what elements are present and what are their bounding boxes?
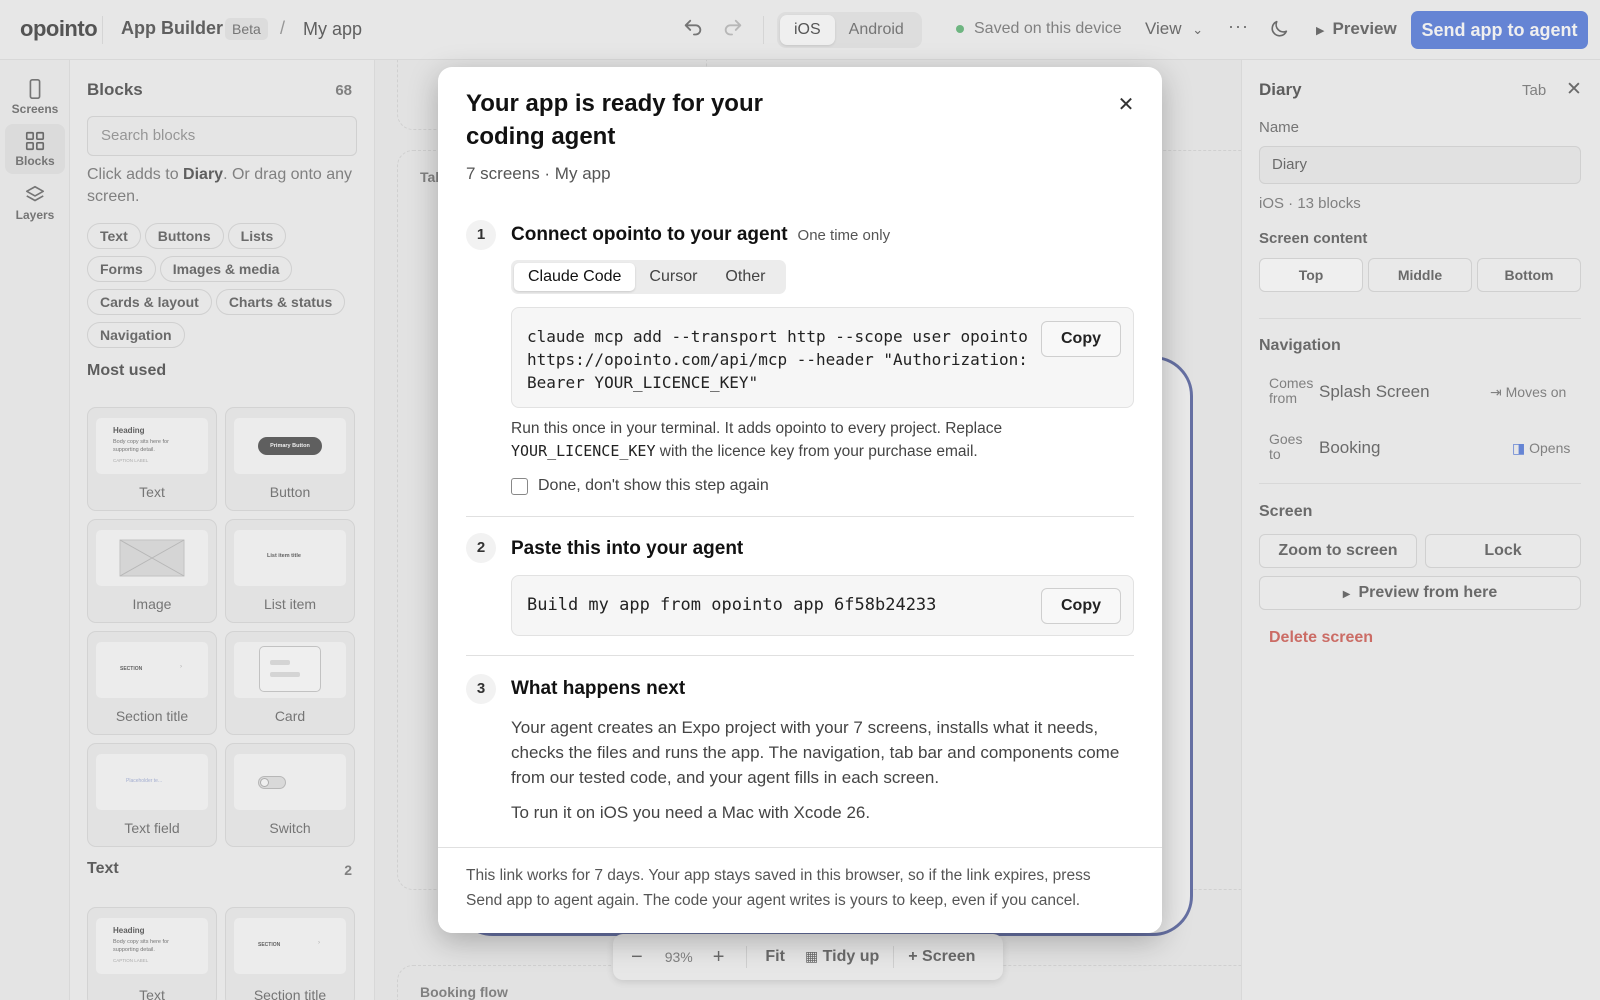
send-to-agent-dialog: Your app is ready for your coding agent …	[438, 67, 1162, 933]
close-icon[interactable]: ✕	[1116, 95, 1136, 115]
copy-button[interactable]: Copy	[1041, 588, 1121, 624]
dialog-subtitle: 7 screens · My app	[466, 164, 611, 183]
copy-button[interactable]: Copy	[1041, 321, 1121, 357]
prompt-box: Build my app from opointo app 6f58b24233…	[511, 575, 1134, 636]
step1-help: Run this once in your terminal. It adds …	[511, 417, 1141, 463]
help-text: Run this once in your terminal. It adds …	[511, 420, 1003, 437]
step-title: Paste this into your agent	[511, 538, 744, 559]
agent-tabs: Claude Code Cursor Other	[511, 260, 786, 294]
divider	[466, 655, 1134, 656]
what-happens-body: Your agent creates an Expo project with …	[511, 718, 1120, 787]
checkbox-label: Done, don't show this step again	[538, 477, 769, 494]
install-command-box: claude mcp add --transport http --scope …	[511, 307, 1134, 408]
step-number: 2	[466, 533, 496, 563]
footer-text: This link works for 7 days. Your app sta…	[466, 867, 1091, 909]
divider	[466, 516, 1134, 517]
dialog-title: Your app is ready for your coding agent	[466, 90, 763, 150]
agent-prompt: Build my app from opointo app 6f58b24233	[527, 595, 937, 615]
step-title: Connect opointo to your agent One time on…	[511, 224, 890, 246]
dialog-footer: This link works for 7 days. Your app sta…	[438, 847, 1162, 933]
licence-key-placeholder: YOUR_LICENCE_KEY	[511, 442, 656, 460]
step-note: One time only	[797, 227, 891, 244]
dont-show-checkbox[interactable]: Done, don't show this step again	[511, 477, 769, 495]
tab-claude-code[interactable]: Claude Code	[514, 263, 636, 291]
step-title-text: Connect opointo to your agent	[511, 224, 788, 245]
help-text: with the licence key from your purchase …	[655, 443, 978, 460]
checkbox-icon	[511, 477, 528, 495]
step-title: What happens next	[511, 678, 686, 699]
tab-cursor[interactable]: Cursor	[635, 263, 711, 291]
step-number: 1	[466, 220, 496, 250]
step-number: 3	[466, 674, 496, 704]
tab-other[interactable]: Other	[711, 263, 779, 291]
install-command: claude mcp add --transport http --scope …	[527, 327, 1028, 392]
mac-requirement-note: To run it on iOS you need a Mac with Xco…	[511, 803, 871, 822]
